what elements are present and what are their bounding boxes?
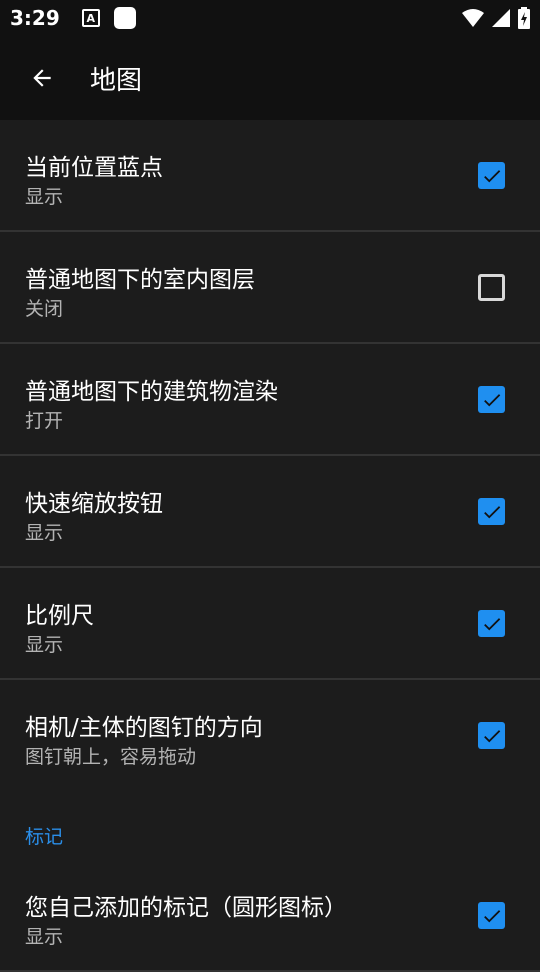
section-header-markers: 标记 — [0, 792, 540, 860]
check-icon — [483, 617, 500, 630]
notification-app-icon — [113, 7, 136, 29]
setting-title: 相机/主体的图钉的方向 — [25, 715, 263, 741]
system-icons — [462, 7, 530, 29]
checkbox[interactable] — [478, 722, 505, 749]
setting-row-indoor-layer[interactable]: 普通地图下的室内图层 关闭 — [0, 232, 540, 344]
setting-title: 当前位置蓝点 — [25, 155, 163, 181]
setting-row-custom-markers[interactable]: 您自己添加的标记（圆形图标） 显示 — [0, 860, 540, 972]
back-button[interactable] — [14, 50, 70, 106]
setting-summary: 关闭 — [25, 298, 64, 320]
notification-a-icon: A — [81, 9, 100, 27]
settings-list: 当前位置蓝点 显示 普通地图下的室内图层 关闭 普通地图下的建筑物渲染 打开 快… — [0, 120, 540, 972]
checkbox[interactable] — [478, 162, 505, 189]
app-bar: 地图 — [0, 36, 540, 120]
setting-row-pin-direction[interactable]: 相机/主体的图钉的方向 图钉朝上，容易拖动 — [0, 680, 540, 792]
check-icon — [483, 393, 500, 406]
setting-summary: 显示 — [25, 926, 64, 948]
page-title: 地图 — [90, 65, 143, 96]
checkbox[interactable] — [478, 902, 505, 929]
status-time: 3:29 — [10, 6, 60, 30]
check-icon — [483, 909, 500, 922]
setting-row-scale-bar[interactable]: 比例尺 显示 — [0, 568, 540, 680]
status-bar: 3:29 A — [0, 0, 540, 36]
setting-title: 普通地图下的建筑物渲染 — [25, 379, 278, 405]
checkbox[interactable] — [478, 610, 505, 637]
check-icon — [483, 169, 500, 182]
check-icon — [483, 729, 500, 742]
setting-title: 快速缩放按钮 — [25, 491, 163, 517]
checkbox[interactable] — [478, 498, 505, 525]
setting-summary: 打开 — [25, 410, 64, 432]
setting-title: 您自己添加的标记（圆形图标） — [25, 895, 347, 921]
checkbox[interactable] — [478, 274, 505, 301]
wifi-icon — [462, 9, 484, 27]
arrow-back-icon — [33, 69, 51, 87]
notification-icons: A — [81, 7, 136, 29]
setting-row-building-render[interactable]: 普通地图下的建筑物渲染 打开 — [0, 344, 540, 456]
setting-summary: 显示 — [25, 634, 64, 656]
setting-summary: 图钉朝上，容易拖动 — [25, 746, 197, 768]
setting-title: 比例尺 — [25, 603, 94, 629]
setting-title: 普通地图下的室内图层 — [25, 267, 255, 293]
check-icon — [483, 505, 500, 518]
signal-icon — [492, 9, 510, 27]
battery-charging-icon — [518, 7, 530, 29]
checkbox[interactable] — [478, 386, 505, 413]
setting-row-location-dot[interactable]: 当前位置蓝点 显示 — [0, 120, 540, 232]
setting-summary: 显示 — [25, 522, 64, 544]
setting-row-zoom-buttons[interactable]: 快速缩放按钮 显示 — [0, 456, 540, 568]
setting-summary: 显示 — [25, 186, 64, 208]
section-label: 标记 — [25, 826, 64, 848]
